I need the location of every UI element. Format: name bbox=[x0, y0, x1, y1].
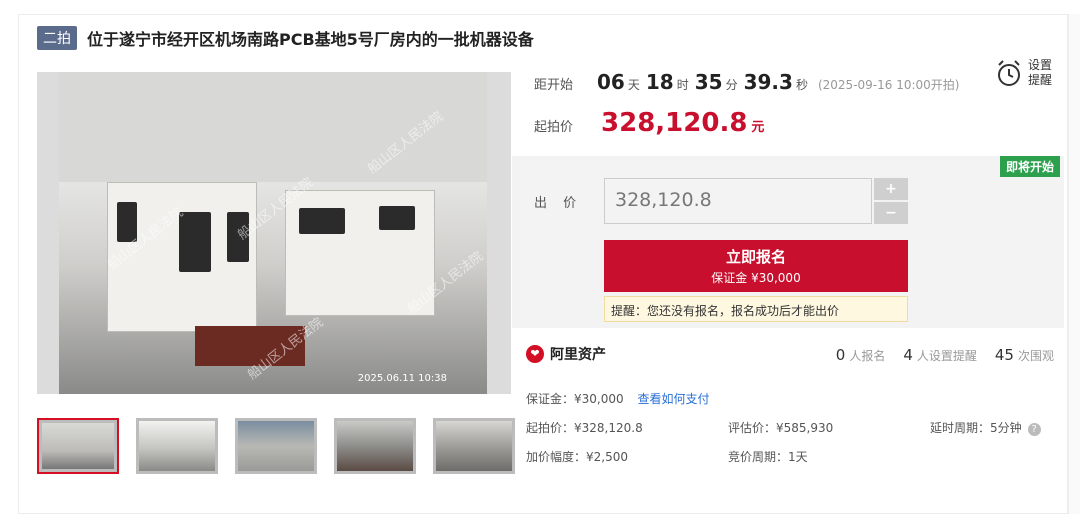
bid-label: 出 价 bbox=[534, 196, 583, 211]
countdown-minutes: 35 bbox=[694, 70, 723, 94]
countdown: 距开始 06 天 18 时 35 分 39.3 秒 (2025-09-16 10… bbox=[534, 70, 959, 94]
thumbnail-strip bbox=[37, 418, 515, 474]
thumbnail-image bbox=[42, 423, 114, 469]
thumbnail-4[interactable] bbox=[334, 418, 416, 474]
view-count-value: 45 bbox=[994, 346, 1014, 364]
countdown-minutes-unit: 分 bbox=[725, 78, 738, 92]
thumbnail-2[interactable] bbox=[136, 418, 218, 474]
deposit-label: 保证金 ¥30,000 bbox=[711, 271, 801, 285]
countdown-hours-unit: 时 bbox=[676, 78, 689, 92]
countdown-label: 距开始 bbox=[534, 78, 574, 93]
reminder-count: 4 人设置提醒 bbox=[903, 346, 977, 364]
start-price-row: 起拍价 328,120.8 元 bbox=[534, 108, 764, 138]
reminder-line2: 提醒 bbox=[1028, 73, 1053, 87]
ali-asset-logo-icon: ❤ bbox=[526, 345, 544, 363]
photo-timestamp: 2025.06.11 10:38 bbox=[357, 373, 447, 384]
countdown-seconds-unit: 秒 bbox=[795, 78, 808, 92]
signup-tip: 提醒：您还没有报名，报名成功后才能出价 bbox=[604, 296, 908, 322]
main-photo[interactable]: 船山区人民法院 船山区人民法院 船山区人民法院 船山区人民法院 船山区人民法院 … bbox=[37, 72, 511, 394]
round-badge: 二拍 bbox=[37, 26, 77, 50]
bid-period-info: 竞价周期：1天 bbox=[728, 450, 808, 464]
delay-period-info: 延时周期：5分钟 bbox=[930, 421, 1022, 435]
reminder-line1: 设置 bbox=[1028, 58, 1053, 72]
countdown-seconds: 39.3 bbox=[743, 70, 793, 94]
deposit-info: 保证金：¥30,000 bbox=[526, 392, 624, 406]
start-price-value: 328,120.8 bbox=[601, 108, 748, 138]
help-icon[interactable]: ? bbox=[1027, 423, 1041, 436]
increment-info: 加价幅度：¥2,500 bbox=[526, 450, 628, 464]
platform-brand: ❤ 阿里资产 bbox=[526, 344, 606, 364]
thumbnail-1[interactable] bbox=[37, 418, 119, 474]
deposit-row: 保证金：¥30,000 查看如何支付 bbox=[526, 390, 709, 407]
how-to-pay-link[interactable]: 查看如何支付 bbox=[637, 392, 709, 406]
countdown-hours: 18 bbox=[645, 70, 674, 94]
increase-button[interactable]: + bbox=[874, 178, 908, 200]
platform-name: 阿里资产 bbox=[550, 347, 606, 363]
delay-period-row: 延时周期：5分钟? bbox=[930, 419, 1041, 436]
machine-window bbox=[299, 208, 345, 234]
view-count-label: 次围观 bbox=[1017, 349, 1054, 363]
signup-count-value: 0 bbox=[835, 346, 846, 364]
signup-button[interactable]: 立即报名 保证金 ¥30,000 bbox=[604, 240, 908, 292]
set-reminder-button[interactable]: 设置 提醒 bbox=[996, 58, 1052, 88]
auction-stats: 0 人报名 4 人设置提醒 45 次围观 bbox=[836, 346, 1054, 364]
start-price-unit: 元 bbox=[751, 120, 765, 135]
countdown-days: 06 bbox=[597, 70, 625, 94]
thumbnail-image bbox=[337, 421, 413, 471]
signup-count: 0 人报名 bbox=[836, 346, 886, 364]
thumbnail-3[interactable] bbox=[235, 418, 317, 474]
bid-input[interactable]: 328,120.8 bbox=[604, 178, 872, 224]
start-price-label: 起拍价 bbox=[534, 120, 574, 135]
item-header: 二拍 位于遂宁市经开区机场南路PCB基地5号厂房内的一批机器设备 bbox=[37, 26, 534, 50]
signup-label: 立即报名 bbox=[725, 248, 786, 266]
bid-area: 即将开始 出 价 328,120.8 + − 立即报名 保证金 ¥30,000 … bbox=[512, 156, 1064, 328]
photo-scene: 船山区人民法院 船山区人民法院 船山区人民法院 船山区人民法院 船山区人民法院 … bbox=[59, 72, 487, 394]
status-badge: 即将开始 bbox=[999, 156, 1060, 177]
start-price-info: 起拍价：¥328,120.8 bbox=[526, 421, 643, 435]
signup-count-label: 人报名 bbox=[849, 349, 886, 363]
thumbnail-5[interactable] bbox=[433, 418, 515, 474]
appraisal-info: 评估价：¥585,930 bbox=[728, 421, 834, 435]
thumbnail-image bbox=[238, 421, 314, 471]
machine-window bbox=[379, 206, 415, 230]
page-edge bbox=[1068, 14, 1080, 514]
reminder-count-value: 4 bbox=[903, 346, 913, 364]
reminder-count-label: 人设置提醒 bbox=[916, 349, 977, 363]
countdown-days-unit: 天 bbox=[627, 78, 640, 92]
reminder-label: 设置 提醒 bbox=[1028, 58, 1052, 88]
thumbnail-image bbox=[139, 421, 215, 471]
machine-window bbox=[179, 212, 211, 272]
alarm-clock-icon bbox=[998, 60, 1020, 86]
decrease-button[interactable]: − bbox=[874, 202, 908, 224]
view-count: 45 次围观 bbox=[995, 346, 1054, 364]
bid-stepper: + − bbox=[874, 178, 908, 224]
start-time-note: (2025-09-16 10:00开拍) bbox=[817, 78, 960, 92]
item-title: 位于遂宁市经开区机场南路PCB基地5号厂房内的一批机器设备 bbox=[87, 30, 534, 49]
thumbnail-image bbox=[436, 421, 512, 471]
